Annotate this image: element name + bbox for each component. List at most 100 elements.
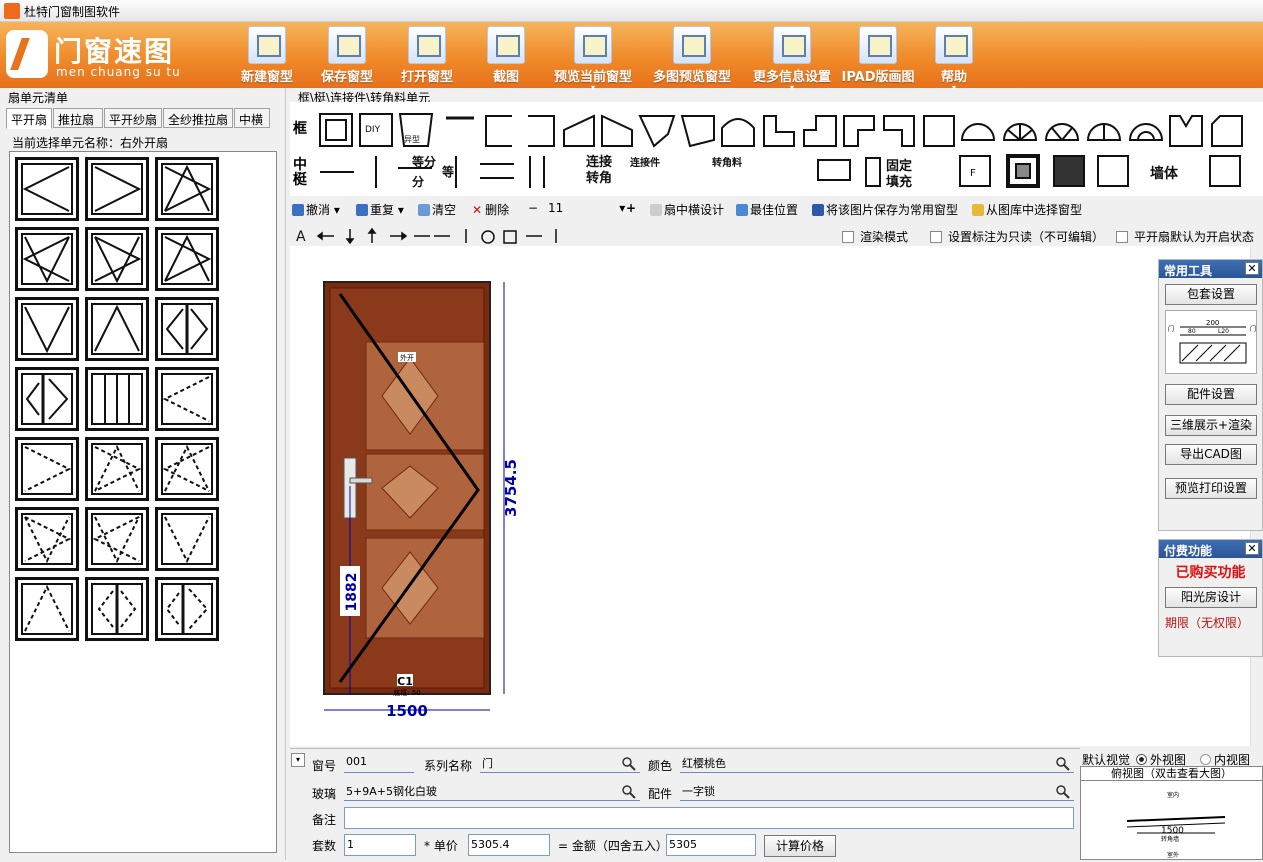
close-icon[interactable]: ✕ [1245, 542, 1259, 555]
sash-tilt-turn[interactable] [155, 157, 219, 221]
connector-corner-label-2: 转角 [586, 170, 612, 186]
sash-top-hung[interactable] [85, 297, 149, 361]
delete-button[interactable]: ✕ 删除 [472, 201, 509, 218]
sash-double-open-dashed-2[interactable] [155, 577, 219, 641]
screenshot-button[interactable]: 截图 [484, 26, 528, 88]
window-title: 杜特门窗制图软件 [24, 5, 121, 19]
new-window-button[interactable]: 新建窗型 [237, 26, 297, 88]
preview-current-button[interactable]: 预览当前窗型 ▾ [548, 26, 638, 92]
collapse-toggle[interactable]: ▾ [291, 753, 305, 767]
sash-right-open[interactable] [85, 157, 149, 221]
sash-tilt-turn-alt[interactable] [155, 227, 219, 291]
text-tool[interactable]: A [296, 229, 306, 245]
width-dimension[interactable]: 1500 [386, 702, 428, 720]
sash-bottom-hung[interactable] [15, 297, 79, 361]
svg-text:门: 门 [1168, 325, 1174, 333]
remark-field[interactable] [344, 807, 1074, 829]
sash-folding[interactable] [85, 367, 149, 431]
connector-label: 连接件 [630, 156, 660, 169]
tab-casement[interactable]: 平开扇 [6, 108, 52, 129]
sash-right-open-dashed[interactable] [15, 437, 79, 501]
common-tools-header: 常用工具 ✕ [1159, 260, 1262, 278]
close-icon[interactable]: ✕ [1245, 262, 1259, 275]
window-code-label[interactable]: C1 [397, 675, 413, 688]
open-folder-icon [408, 26, 446, 64]
ipad-draw-button[interactable]: IPAD版画图 [840, 26, 916, 88]
sash-bottom-hung-dashed[interactable] [155, 507, 219, 571]
fixed-fill-label-2: 填充 [886, 174, 912, 190]
sash-double-open[interactable] [155, 297, 219, 361]
search-icon[interactable] [622, 757, 636, 771]
3d-render-button[interactable]: 三维展示+渲染 [1165, 415, 1257, 436]
best-position-button[interactable]: 最佳位置 [736, 201, 798, 218]
clear-button[interactable]: 清空 [418, 201, 456, 218]
mullion-shapes-row[interactable]: 等分 分 等 连接 转角 连接件 转角料 固定 填充 F 墙体 [318, 152, 1258, 192]
glass-field[interactable]: 5+9A+5钢化白玻 [344, 783, 640, 801]
color-field[interactable]: 红樱桃色 [680, 755, 1074, 773]
readonly-label-checkbox[interactable]: 设置标注为只读（不可编辑） [930, 228, 1104, 245]
count-field[interactable]: 1 [344, 834, 416, 856]
search-icon[interactable] [1056, 785, 1070, 799]
increase-font-button[interactable]: + [626, 201, 636, 215]
help-button[interactable]: 帮助 ▾ [932, 26, 976, 92]
window-no-field[interactable]: 001 [344, 755, 414, 773]
tab-transom[interactable]: 中横 [234, 108, 270, 128]
window-info-form: ▾ 窗号 001 系列名称 门 颜色 红樱桃色 玻璃 5+9A+5钢化白玻 配件… [290, 748, 1080, 860]
height-dimension[interactable]: 3754.5 [502, 459, 520, 517]
render-mode-checkbox[interactable]: 渲染模式 [842, 228, 908, 245]
sash-left-open[interactable] [15, 157, 79, 221]
export-cad-button[interactable]: 导出CAD图 [1165, 444, 1257, 465]
tab-full-screen-sliding[interactable]: 全纱推拉扇 [163, 108, 233, 128]
undo-button[interactable]: 撤消 ▾ [292, 201, 340, 218]
open-window-button[interactable]: 打开窗型 [397, 26, 457, 88]
casement-default-open-checkbox[interactable]: 平开扇默认为开启状态 [1116, 228, 1254, 245]
screenshot-icon [487, 26, 525, 64]
more-settings-button[interactable]: 更多信息设置 ▾ [747, 26, 837, 92]
series-field[interactable]: 门 [480, 755, 640, 773]
draw-tools[interactable]: A [294, 226, 564, 246]
parts-field[interactable]: 一字锁 [680, 783, 1074, 801]
tab-sliding[interactable]: 推拉扇 [53, 108, 103, 128]
redo-button[interactable]: 重复 ▾ [356, 201, 404, 218]
svg-text:80: 80 [1188, 328, 1196, 335]
sunroom-design-button[interactable]: 阳光房设计 [1165, 587, 1257, 608]
calc-price-button[interactable]: 计算价格 [764, 835, 836, 857]
svg-text:室外: 室外 [1167, 851, 1179, 859]
sash-tilt-turn-dashed[interactable] [85, 437, 149, 501]
multi-preview-button[interactable]: 多图预览窗型 [647, 26, 737, 88]
casing-settings-button[interactable]: 包套设置 [1165, 284, 1257, 305]
tab-casement-screen[interactable]: 平开纱扇 [104, 108, 162, 128]
door-drawing[interactable]: 3754.5 1882 1500 C1 底框: 50 外开 [290, 246, 1250, 746]
sash-transom-design-button[interactable]: 扇中横设计 [650, 201, 724, 218]
top-view-canvas[interactable]: 俯视图（双击查看大图） 室内 1500 转角墙 室外 [1080, 766, 1263, 860]
parts-settings-button[interactable]: 配件设置 [1165, 384, 1257, 405]
save-common-button[interactable]: 将该图片保存为常用窗型 [812, 201, 958, 218]
save-window-button[interactable]: 保存窗型 [317, 26, 377, 88]
frame-shapes-row[interactable]: DIY 异型 [318, 110, 1258, 150]
pick-library-button[interactable]: 从图库中选择窗型 [972, 201, 1082, 218]
sash-left-open-dashed[interactable] [155, 367, 219, 431]
drawing-canvas[interactable]: 3754.5 1882 1500 C1 底框: 50 外开 [290, 246, 1250, 746]
sash-double-open-inner[interactable] [15, 367, 79, 431]
sash-double-open-dashed[interactable] [85, 577, 149, 641]
svg-text:200: 200 [1206, 319, 1219, 327]
save-icon [328, 26, 366, 64]
clear-icon [418, 204, 430, 216]
sash-top-hung-dashed[interactable] [15, 577, 79, 641]
sash-tilt-turn-dashed-2[interactable] [155, 437, 219, 501]
sash-tilt-turn-left[interactable] [15, 227, 79, 291]
floppy-icon [812, 204, 824, 216]
sash-tilt-turn-right[interactable] [85, 227, 149, 291]
print-preview-settings-button[interactable]: 预览打印设置 [1165, 478, 1257, 499]
sash-tilt-turn-dashed-3[interactable] [15, 507, 79, 571]
handle-dimension[interactable]: 1882 [344, 573, 360, 612]
sash-tilt-turn-dashed-4[interactable] [85, 507, 149, 571]
font-size-select[interactable]: 11 ▾ [548, 201, 625, 215]
search-icon[interactable] [1056, 757, 1070, 771]
unit-price-field[interactable]: 5305.4 [468, 834, 550, 856]
fixed-label: 异型 [404, 135, 420, 144]
bottom-note: 底框: 50 [393, 688, 421, 697]
decrease-font-button[interactable]: − [528, 201, 538, 215]
total-field[interactable]: 5305 [666, 834, 756, 856]
search-icon[interactable] [622, 785, 636, 799]
